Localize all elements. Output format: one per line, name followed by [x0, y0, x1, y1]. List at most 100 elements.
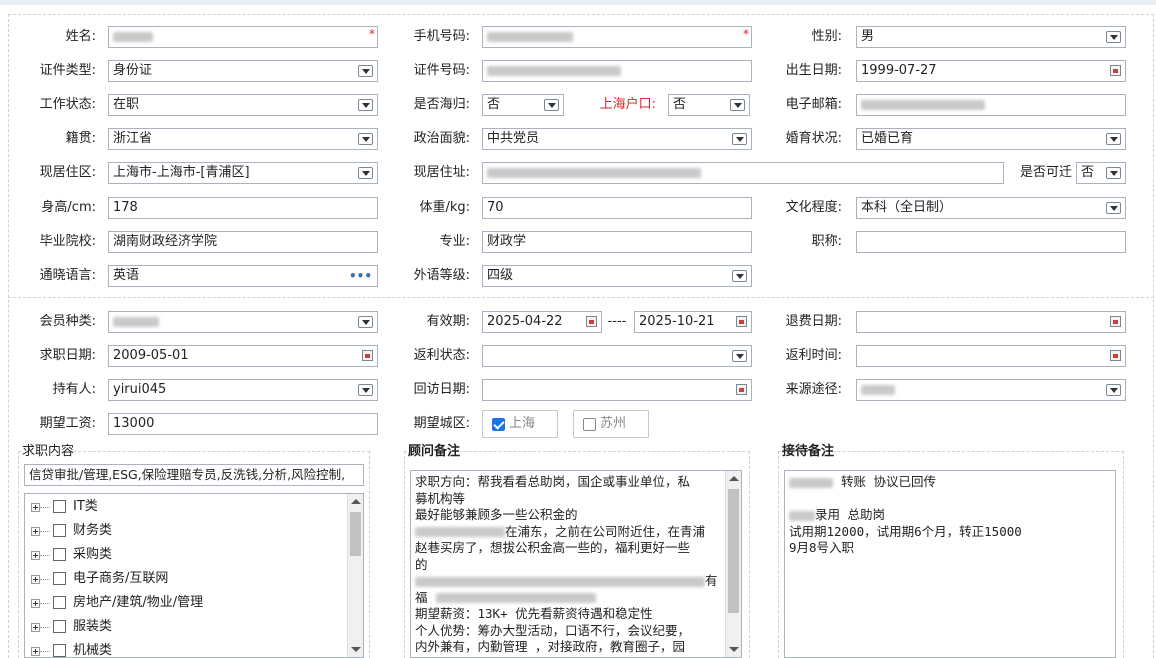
tree-item-label: 财务类	[73, 523, 113, 538]
checkbox-icon[interactable]	[583, 418, 596, 431]
id-number-label: 证件号码:	[413, 63, 470, 78]
residence-area-value: 上海市-上海市-[青浦区]	[113, 165, 250, 180]
note-line: 期望薪资：13K+ 优先看薪资待遇和稳定性	[415, 606, 653, 621]
checkbox-icon[interactable]	[53, 572, 66, 585]
chevron-down-icon[interactable]	[1106, 167, 1121, 179]
checkbox-checked-icon[interactable]	[492, 418, 505, 431]
checkbox-icon[interactable]	[53, 548, 66, 561]
expand-icon[interactable]	[31, 623, 40, 632]
major-input[interactable]: 财政学	[482, 231, 752, 253]
scroll-thumb[interactable]	[728, 489, 739, 613]
hukou-select[interactable]: 否	[668, 94, 750, 116]
expand-icon[interactable]	[31, 503, 40, 512]
job-date-input[interactable]: 2009-05-01	[108, 345, 378, 367]
scroll-up-icon[interactable]	[351, 499, 361, 504]
rebate-time-input[interactable]	[856, 345, 1126, 367]
tree-item-label: IT类	[73, 499, 98, 514]
birth-date-input[interactable]: 1999-07-27	[856, 60, 1126, 82]
chevron-down-icon[interactable]	[358, 316, 373, 328]
title-input[interactable]	[856, 231, 1126, 253]
chevron-down-icon[interactable]	[732, 270, 747, 282]
chevron-down-icon[interactable]	[544, 99, 559, 111]
checkbox-icon[interactable]	[53, 644, 66, 657]
city-option-shanghai[interactable]: 上海	[482, 410, 558, 438]
returnee-select[interactable]: 否	[482, 94, 564, 116]
residence-area-select[interactable]: 上海市-上海市-[青浦区]	[108, 162, 378, 184]
name-input[interactable]: *	[108, 26, 378, 48]
validity-end-input[interactable]: 2025-10-21	[634, 311, 752, 333]
marital-select[interactable]: 已婚已育	[856, 128, 1126, 150]
notes-scrollbar[interactable]	[725, 471, 741, 657]
scroll-down-icon[interactable]	[729, 647, 739, 652]
refund-date-input[interactable]	[856, 311, 1126, 333]
source-select[interactable]	[856, 379, 1126, 401]
reception-line: 试用期12000，试用期6个月，转正15000	[789, 523, 1022, 539]
weight-input[interactable]: 70	[482, 197, 752, 219]
validity-separator: ----	[607, 314, 627, 329]
calendar-icon[interactable]	[736, 384, 747, 395]
id-number-input[interactable]	[482, 60, 752, 82]
holder-select[interactable]: yirui045	[108, 379, 378, 401]
chevron-down-icon[interactable]	[730, 99, 745, 111]
chevron-down-icon[interactable]	[732, 133, 747, 145]
lang-level-select[interactable]: 四级	[482, 265, 752, 287]
tree-scrollbar[interactable]	[347, 494, 363, 657]
validity-start-input[interactable]: 2025-04-22	[482, 311, 602, 333]
chevron-down-icon[interactable]	[358, 384, 373, 396]
chevron-down-icon[interactable]	[1106, 133, 1121, 145]
scroll-up-icon[interactable]	[729, 476, 739, 481]
phone-input[interactable]: *	[482, 26, 752, 48]
rebate-status-select[interactable]	[482, 345, 752, 367]
gender-select[interactable]: 男	[856, 26, 1126, 48]
work-status-select[interactable]: 在职	[108, 94, 378, 116]
height-input[interactable]: 178	[108, 197, 378, 219]
school-input[interactable]: 湖南财政经济学院	[108, 231, 378, 253]
chevron-down-icon[interactable]	[1106, 384, 1121, 396]
lang-level-value: 四级	[487, 268, 514, 283]
relocate-select[interactable]: 否	[1076, 162, 1126, 184]
calendar-icon[interactable]	[1110, 65, 1121, 76]
native-place-select[interactable]: 浙江省	[108, 128, 378, 150]
expand-icon[interactable]	[31, 527, 40, 536]
chevron-down-icon[interactable]	[358, 65, 373, 77]
chevron-down-icon[interactable]	[1106, 202, 1121, 214]
address-input[interactable]	[482, 162, 1004, 184]
expand-icon[interactable]	[31, 575, 40, 584]
chevron-down-icon[interactable]	[1106, 31, 1121, 43]
job-tags-field[interactable]: 信贷审批/管理,ESG,保险理赔专员,反洗钱,分析,风险控制,	[24, 464, 364, 486]
checkbox-icon[interactable]	[53, 500, 66, 513]
checkbox-icon[interactable]	[53, 524, 66, 537]
member-type-select[interactable]	[108, 311, 378, 333]
reception-notes-textarea[interactable]: 转账 协议已回传 录用 总助岗 试用期12000，试用期6个月，转正15000 …	[784, 470, 1116, 658]
marital-value: 已婚已育	[861, 131, 914, 146]
more-icon[interactable]: •••	[349, 266, 372, 286]
scroll-thumb[interactable]	[350, 512, 361, 556]
calendar-icon[interactable]	[1110, 350, 1121, 361]
gender-label: 性别:	[811, 29, 842, 44]
education-select[interactable]: 本科（全日制）	[856, 197, 1126, 219]
city-option-suzhou[interactable]: 苏州	[573, 410, 649, 438]
note-line: 福	[415, 589, 428, 605]
expand-icon[interactable]	[31, 647, 40, 656]
email-input[interactable]	[856, 94, 1126, 116]
language-input[interactable]: 英语 •••	[108, 265, 378, 287]
checkbox-icon[interactable]	[53, 620, 66, 633]
calendar-icon[interactable]	[1110, 316, 1121, 327]
political-select[interactable]: 中共党员	[482, 128, 752, 150]
chevron-down-icon[interactable]	[358, 99, 373, 111]
chevron-down-icon[interactable]	[358, 167, 373, 179]
salary-input[interactable]: 13000	[108, 413, 378, 435]
id-type-select[interactable]: 身份证	[108, 60, 378, 82]
advisor-notes-textarea[interactable]: 求职方向：帮我看看总助岗，国企或事业单位，私 募机构等 最好能够兼顾多一些公积金…	[410, 470, 742, 658]
calendar-icon[interactable]	[736, 316, 747, 327]
scroll-down-icon[interactable]	[351, 647, 361, 652]
visit-date-input[interactable]	[482, 379, 752, 401]
chevron-down-icon[interactable]	[358, 133, 373, 145]
expand-icon[interactable]	[31, 551, 40, 560]
major-label: 专业:	[439, 234, 470, 249]
calendar-icon[interactable]	[586, 316, 597, 327]
expand-icon[interactable]	[31, 599, 40, 608]
chevron-down-icon[interactable]	[732, 350, 747, 362]
calendar-icon[interactable]	[362, 350, 373, 361]
checkbox-icon[interactable]	[53, 596, 66, 609]
